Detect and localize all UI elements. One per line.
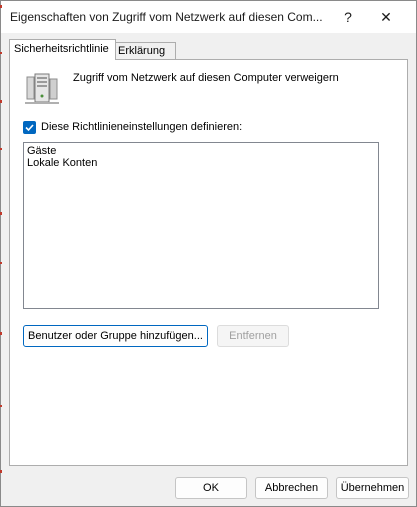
- remove-button[interactable]: Entfernen: [217, 325, 289, 347]
- server-icon: [25, 73, 59, 105]
- title-bar: Eigenschaften von Zugriff vom Netzwerk a…: [1, 1, 416, 33]
- background-window-edge: [0, 0, 2, 507]
- list-item[interactable]: Gäste: [27, 145, 375, 157]
- add-user-or-group-button[interactable]: Benutzer oder Gruppe hinzufügen...: [23, 325, 208, 347]
- ok-button[interactable]: OK: [175, 477, 247, 499]
- list-item[interactable]: Lokale Konten: [27, 157, 375, 169]
- define-settings-label: Diese Richtlinieneinstellungen definiere…: [41, 121, 243, 133]
- tab-explanation[interactable]: Erklärung: [113, 42, 176, 59]
- tab-panel: Zugriff vom Netzwerk auf diesen Computer…: [9, 59, 408, 466]
- help-button[interactable]: ?: [331, 1, 365, 33]
- properties-dialog: Eigenschaften von Zugriff vom Netzwerk a…: [0, 0, 417, 507]
- tab-security-policy[interactable]: Sicherheitsrichtlinie: [9, 39, 116, 60]
- accounts-listbox[interactable]: Gäste Lokale Konten: [23, 142, 379, 309]
- define-settings-checkbox[interactable]: [23, 120, 36, 134]
- window-title: Eigenschaften von Zugriff vom Netzwerk a…: [10, 10, 323, 24]
- close-button[interactable]: ✕: [369, 1, 403, 33]
- define-settings-checkbox-row[interactable]: Diese Richtlinieneinstellungen definiere…: [23, 120, 242, 134]
- policy-title: Zugriff vom Netzwerk auf diesen Computer…: [73, 72, 339, 84]
- checkmark-icon: [25, 123, 34, 131]
- cancel-button[interactable]: Abbrechen: [255, 477, 328, 499]
- apply-button[interactable]: Übernehmen: [336, 477, 409, 499]
